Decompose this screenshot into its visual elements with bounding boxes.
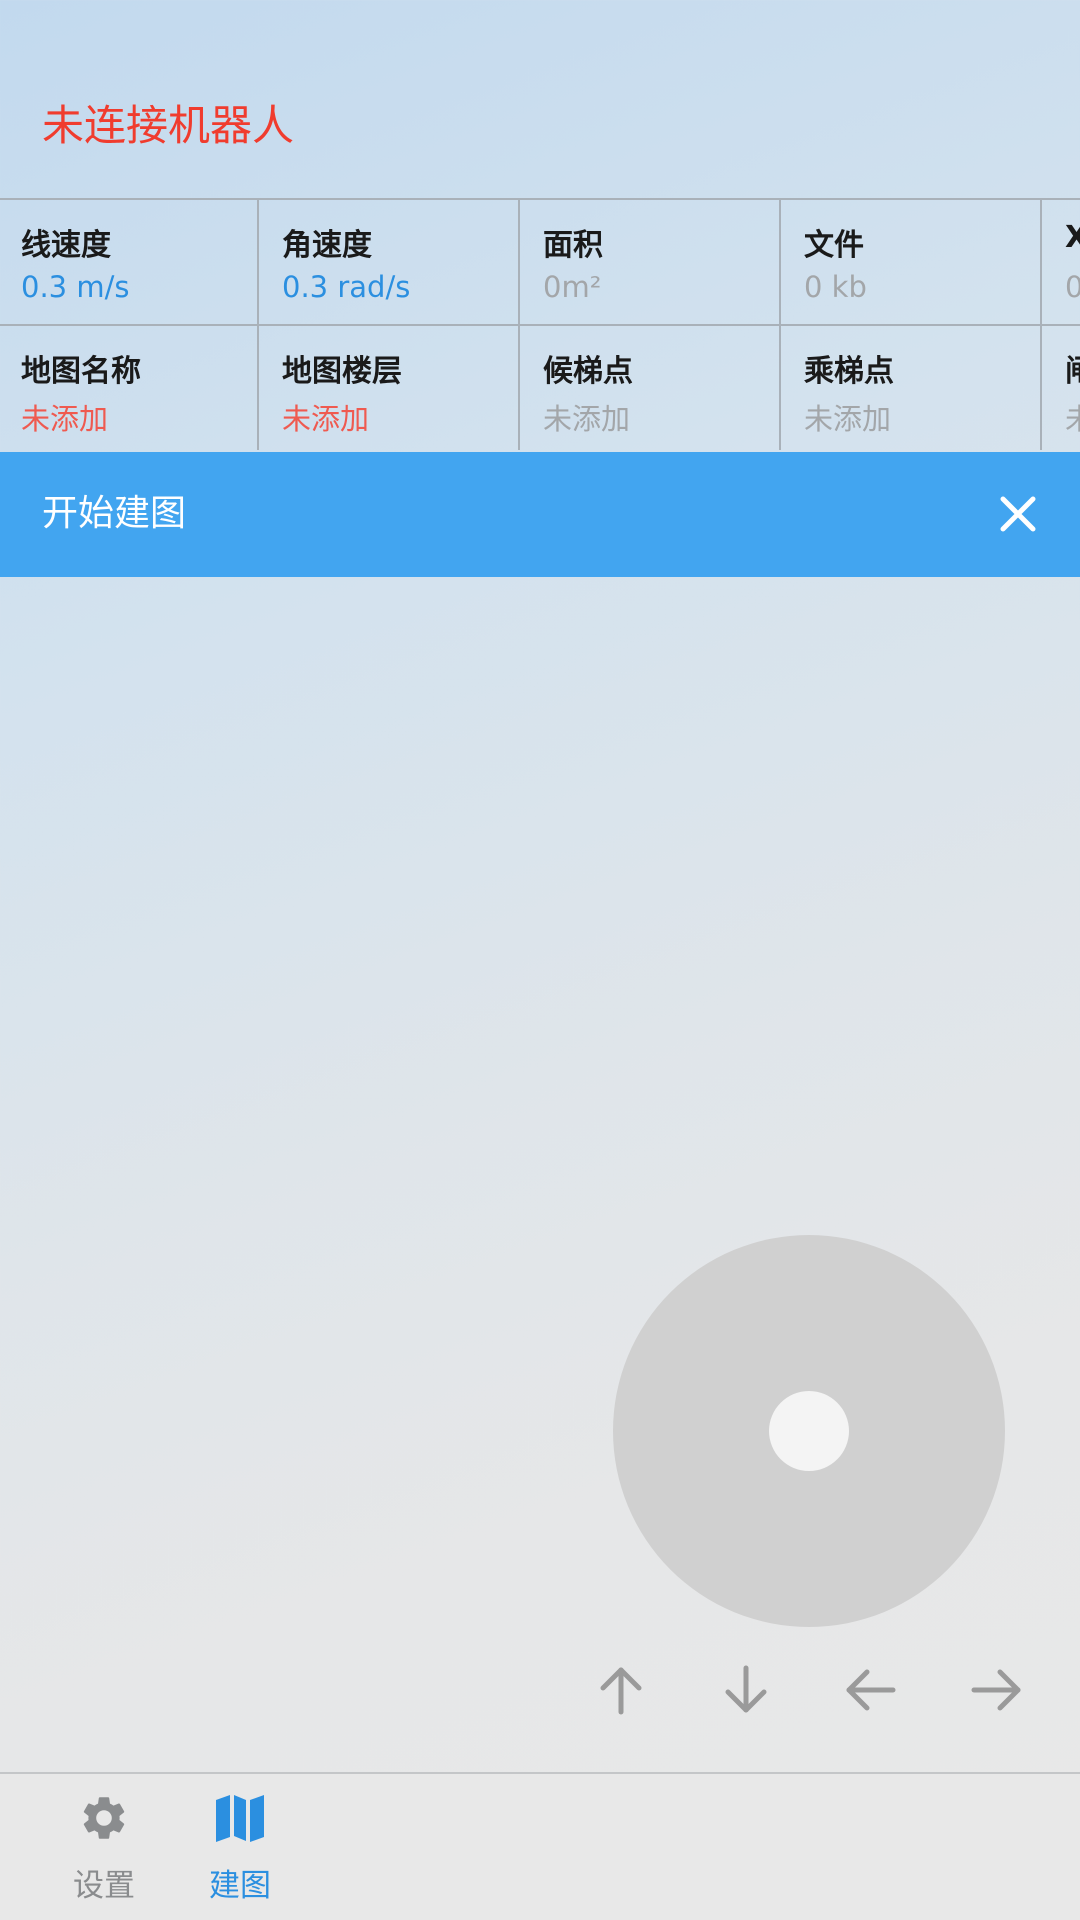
nav-item-mapping[interactable]: 建图 <box>180 1792 300 1912</box>
joystick-pad[interactable] <box>613 1235 1005 1627</box>
cell-value: 未添加 <box>804 402 892 436</box>
info-cell-map-floor[interactable]: 地图楼层 未添加 <box>261 326 520 450</box>
info-cell-area: 面积 0m² <box>522 200 781 324</box>
cell-label: X <box>1065 220 1080 255</box>
cell-label: 地图楼层 <box>282 354 402 389</box>
cell-value: 0.3 rad/s <box>282 270 411 304</box>
nav-label-mapping: 建图 <box>209 1868 271 1904</box>
bottom-nav: 设置 建图 <box>0 1772 1080 1920</box>
cell-label: 文件 <box>804 228 864 263</box>
map-icon <box>214 1792 266 1844</box>
info-cell-elevator-wait-point[interactable]: 候梯点 未添加 <box>522 326 781 450</box>
cell-value: 0.3 m/s <box>21 270 130 304</box>
joystick-knob[interactable] <box>769 1391 849 1471</box>
nav-label-settings: 设置 <box>73 1868 135 1904</box>
cell-label: 闸 <box>1065 346 1080 390</box>
cell-value: 未添加 <box>282 402 370 436</box>
cell-label: 乘梯点 <box>804 354 894 389</box>
robot-info-grid: 线速度 0.3 m/s 角速度 0.3 rad/s 面积 0m² 文件 0 kb… <box>0 198 1080 456</box>
info-cell-file: 文件 0 kb <box>783 200 1042 324</box>
start-mapping-label: 开始建图 <box>42 493 187 534</box>
info-cell-elevator-ride-point[interactable]: 乘梯点 未添加 <box>783 326 1042 450</box>
info-cell-map-name[interactable]: 地图名称 未添加 <box>0 326 259 450</box>
cell-value: 未 <box>1065 396 1080 438</box>
nav-item-settings[interactable]: 设置 <box>44 1792 164 1912</box>
info-cell-linear-speed: 线速度 0.3 m/s <box>0 200 259 324</box>
cell-value: 0 <box>1065 270 1080 304</box>
close-icon[interactable] <box>986 482 1050 546</box>
cell-label: 角速度 <box>282 228 372 263</box>
info-row-speed: 线速度 0.3 m/s 角速度 0.3 rad/s 面积 0m² 文件 0 kb… <box>0 200 1080 326</box>
info-row-map: 地图名称 未添加 地图楼层 未添加 候梯点 未添加 乘梯点 未添加 闸 未 <box>0 326 1080 450</box>
arrow-right-icon[interactable] <box>956 1660 1036 1720</box>
arrow-up-icon[interactable] <box>581 1660 661 1720</box>
arrow-left-icon[interactable] <box>831 1660 911 1720</box>
cell-label: 地图名称 <box>21 354 141 389</box>
gear-icon <box>78 1792 130 1844</box>
connection-status: 未连接机器人 <box>42 101 295 150</box>
cell-value: 未添加 <box>21 402 109 436</box>
cell-value: 未添加 <box>543 402 631 436</box>
cell-label: 面积 <box>543 228 603 263</box>
cell-label: 线速度 <box>21 228 111 263</box>
cell-label: 候梯点 <box>543 354 633 389</box>
start-mapping-bar[interactable]: 开始建图 <box>0 452 1080 577</box>
arrow-down-icon[interactable] <box>706 1660 786 1720</box>
info-cell-x: X 0 <box>1044 200 1080 324</box>
cell-value: 0m² <box>543 270 602 304</box>
cell-value: 0 kb <box>804 270 867 304</box>
info-cell-gate[interactable]: 闸 未 <box>1044 326 1080 450</box>
info-cell-angular-speed: 角速度 0.3 rad/s <box>261 200 520 324</box>
